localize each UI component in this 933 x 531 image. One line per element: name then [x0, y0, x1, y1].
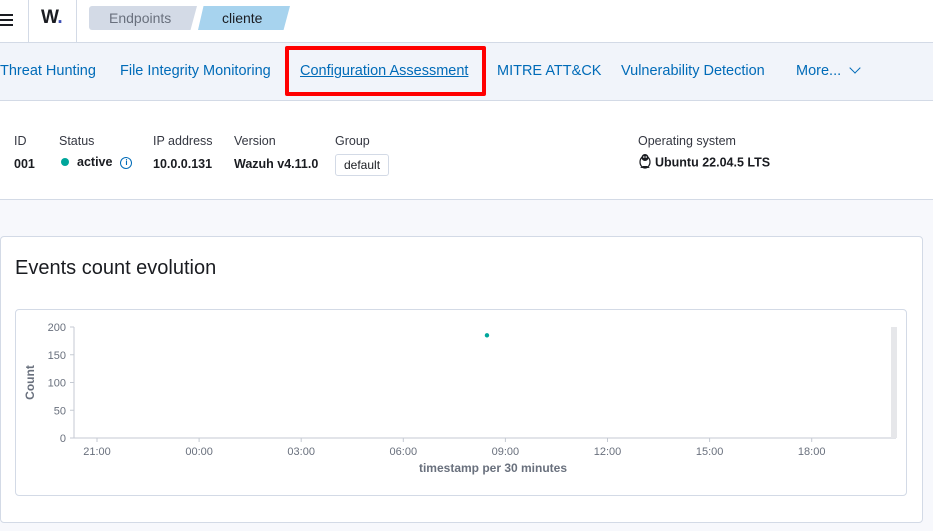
os-label: Operating system	[638, 134, 736, 148]
menu-icon[interactable]	[0, 11, 14, 29]
x-tick-label: 21:00	[83, 446, 111, 458]
tab-threat-hunting[interactable]: Threat Hunting	[0, 63, 96, 79]
data-point	[484, 333, 490, 338]
ip-label: IP address	[153, 134, 213, 148]
y-axis-label: Count	[23, 365, 37, 400]
divider	[76, 0, 77, 42]
chart-container: 0 50 100 150 200 21:00 00:00 03:00 06:00 09:00 12:…	[15, 309, 907, 496]
y-tick-label: 50	[54, 405, 66, 417]
highlight-box	[285, 46, 486, 96]
version-label: Version	[234, 134, 276, 148]
tab-mitre-attack[interactable]: MITRE ATT&CK	[497, 63, 601, 79]
x-tick-label: 15:00	[696, 446, 724, 458]
tab-file-integrity-monitoring[interactable]: File Integrity Monitoring	[120, 63, 271, 79]
status-label: Status	[59, 134, 95, 148]
breadcrumb-agent[interactable]: cliente	[198, 6, 290, 30]
version-value: Wazuh v4.11.0	[234, 157, 319, 171]
group-badge[interactable]: default	[335, 154, 390, 176]
divider	[28, 0, 29, 42]
status-value: active i	[61, 155, 133, 169]
linux-icon	[639, 154, 651, 169]
x-tick-label: 03:00	[287, 446, 315, 458]
x-axis-label: timestamp per 30 minutes	[419, 461, 567, 475]
breadcrumb-label: cliente	[222, 10, 263, 26]
chevron-down-icon	[849, 62, 861, 74]
status-text: active	[77, 155, 113, 169]
id-value: 001	[14, 157, 35, 171]
x-tick-label: 09:00	[492, 446, 520, 458]
panel-title: Events count evolution	[15, 257, 217, 279]
events-panel: Events count evolution 0 50 100 150 200 21:00…	[0, 236, 923, 523]
id-label: ID	[14, 134, 27, 148]
top-bar: W. Endpoints cliente	[0, 0, 933, 43]
logo-dot: .	[57, 7, 63, 28]
events-chart: 0 50 100 150 200 21:00 00:00 03:00 06:00 09:00 12:…	[23, 322, 897, 475]
y-tick-label: 0	[60, 433, 66, 445]
y-tick-label: 200	[48, 322, 66, 334]
info-icon[interactable]: i	[120, 156, 133, 169]
y-tick-label: 150	[48, 350, 66, 362]
x-tick-label: 06:00	[390, 446, 418, 458]
status-dot-icon	[61, 157, 69, 166]
os-text: Ubuntu 22.04.5 LTS	[655, 155, 771, 170]
x-tick-label: 12:00	[594, 446, 622, 458]
agent-info-bar: ID 001 Status active i IP address 10.0.0.…	[0, 101, 933, 200]
tab-more-label: More...	[796, 63, 842, 79]
wazuh-logo[interactable]: W.	[41, 7, 63, 29]
ip-value: 10.0.0.131	[153, 157, 213, 171]
x-tick-label: 18:00	[798, 446, 826, 458]
logo-text: W	[41, 7, 58, 28]
breadcrumb-endpoints[interactable]: Endpoints	[89, 6, 197, 30]
group-label: Group	[335, 134, 370, 148]
os-value: Ubuntu 22.04.5 LTS	[638, 154, 771, 171]
y-tick-label: 100	[48, 378, 66, 390]
tab-vulnerability-detection[interactable]: Vulnerability Detection	[621, 63, 765, 79]
breadcrumb-label: Endpoints	[109, 10, 172, 26]
tab-more[interactable]: More...	[796, 62, 861, 79]
current-interval-bar	[891, 327, 897, 438]
x-tick-label: 00:00	[185, 446, 213, 458]
